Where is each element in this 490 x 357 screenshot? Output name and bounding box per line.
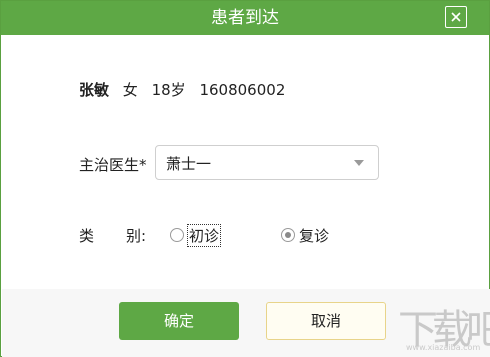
patient-id: 160806002	[199, 81, 286, 99]
chevron-down-icon	[354, 160, 364, 166]
visit-type-label-a: 类	[79, 227, 95, 245]
cancel-button[interactable]: 取消	[266, 302, 386, 340]
dialog-title: 患者到达	[211, 8, 279, 28]
radio-return-visit-label: 复诊	[299, 227, 330, 245]
doctor-select-value: 萧士一	[166, 155, 212, 173]
close-icon	[451, 12, 461, 22]
radio-unchecked-icon	[170, 228, 184, 242]
confirm-button[interactable]: 确定	[119, 302, 239, 340]
radio-first-visit-label: 初诊	[186, 224, 222, 247]
close-button[interactable]	[445, 6, 467, 28]
patient-age: 18岁	[151, 81, 186, 99]
doctor-label: 主治医生*	[79, 156, 147, 174]
watermark-url: www.xiazaiba.com	[406, 343, 481, 352]
patient-gender: 女	[122, 81, 138, 99]
title-bar: 患者到达	[1, 1, 489, 35]
doctor-select[interactable]: 萧士一	[155, 145, 379, 180]
patient-name: 张敏	[79, 81, 110, 99]
watermark-logo: 下载吧 www.xiazaiba.com	[396, 297, 490, 355]
visit-type-label-b: 别:	[126, 227, 147, 245]
visit-type-label: 类 别:	[79, 225, 146, 246]
patient-arrival-dialog: 患者到达 张敏 女 18岁 160806002 主治医生* 萧士一 类 别: 初诊…	[0, 0, 490, 357]
patient-info: 张敏 女 18岁 160806002	[79, 79, 294, 100]
radio-checked-icon	[281, 228, 295, 242]
